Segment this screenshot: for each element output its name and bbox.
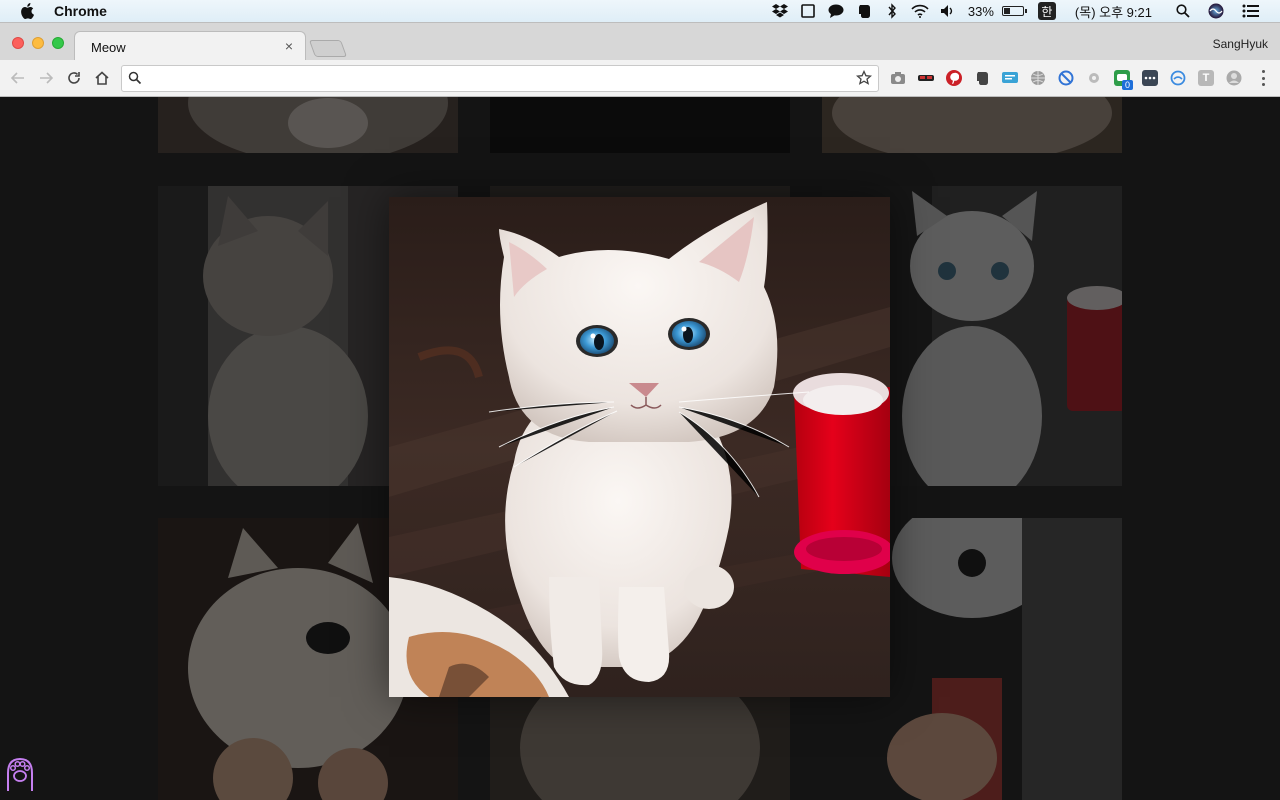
apple-icon[interactable] <box>18 2 36 20</box>
lightbox-image[interactable] <box>389 197 890 697</box>
forward-button[interactable] <box>36 68 56 88</box>
tab-title: Meow <box>91 40 126 55</box>
bookmark-star-icon[interactable] <box>856 70 872 86</box>
spy-icon[interactable] <box>918 70 934 86</box>
avatar-ext-icon[interactable] <box>1226 70 1242 86</box>
paw-icon[interactable] <box>5 751 35 791</box>
gear-icon[interactable] <box>1086 70 1102 86</box>
extension-badge: 0 <box>1122 80 1133 90</box>
dropbox-icon[interactable] <box>769 0 791 22</box>
chrome-toolbar: 0 T <box>0 60 1280 97</box>
gallery-page <box>0 97 1280 800</box>
macos-menubar: Chrome 33% 한 (목) 오후 9:21 <box>0 0 1280 22</box>
search-icon <box>128 71 142 85</box>
omnibox[interactable] <box>121 65 879 92</box>
window-close-button[interactable] <box>12 37 24 49</box>
menubar-status-area: 33% 한 (목) 오후 9:21 <box>766 0 1280 22</box>
camera-icon[interactable] <box>890 70 906 86</box>
omnibox-input[interactable] <box>150 69 850 89</box>
tab-close-icon[interactable]: × <box>281 38 297 54</box>
chrome-menu-button[interactable] <box>1262 70 1266 86</box>
reload-button[interactable] <box>64 68 84 88</box>
new-tab-button[interactable] <box>308 40 348 57</box>
window-zoom-button[interactable] <box>52 37 64 49</box>
evernote-icon[interactable] <box>853 0 875 22</box>
active-app-name[interactable]: Chrome <box>54 3 107 19</box>
translate-icon[interactable] <box>1002 70 1018 86</box>
white-cat-photo <box>389 197 890 697</box>
forward-arrow-icon <box>40 72 54 84</box>
t-icon[interactable]: T <box>1198 70 1214 86</box>
menubar-clock[interactable]: (목) 오후 9:21 <box>1075 2 1152 21</box>
back-arrow-icon <box>10 72 24 84</box>
refresh-ext-icon[interactable] <box>1170 70 1186 86</box>
battery-icon[interactable] <box>1001 6 1027 16</box>
pinterest-icon[interactable] <box>946 70 962 86</box>
ime-label: 한 <box>1037 2 1056 20</box>
block-icon[interactable] <box>1058 70 1074 86</box>
spotlight-icon[interactable] <box>1172 0 1194 22</box>
tab-meow[interactable]: Meow × <box>74 31 306 61</box>
notification-center-icon[interactable] <box>1240 0 1262 22</box>
window-minimize-button[interactable] <box>32 37 44 49</box>
chrome-tabstrip: Meow × SangHyuk <box>0 22 1280 61</box>
wifi-icon[interactable] <box>909 0 931 22</box>
siri-icon[interactable] <box>1205 0 1227 22</box>
home-icon <box>95 71 109 85</box>
back-button[interactable] <box>8 68 28 88</box>
reload-icon <box>68 72 80 84</box>
messages-icon[interactable] <box>825 0 847 22</box>
home-button[interactable] <box>92 68 112 88</box>
volume-icon[interactable] <box>937 0 959 22</box>
globe-icon[interactable] <box>1030 70 1046 86</box>
bluetooth-icon[interactable] <box>881 0 903 22</box>
dots-icon[interactable] <box>1142 70 1158 86</box>
ime-icon[interactable]: 한 <box>1036 0 1058 22</box>
evernote-ext-icon[interactable] <box>974 70 990 86</box>
frame-icon[interactable] <box>797 0 819 22</box>
profile-name[interactable]: SangHyuk <box>1213 37 1268 51</box>
battery-percentage[interactable]: 33% <box>968 4 994 19</box>
